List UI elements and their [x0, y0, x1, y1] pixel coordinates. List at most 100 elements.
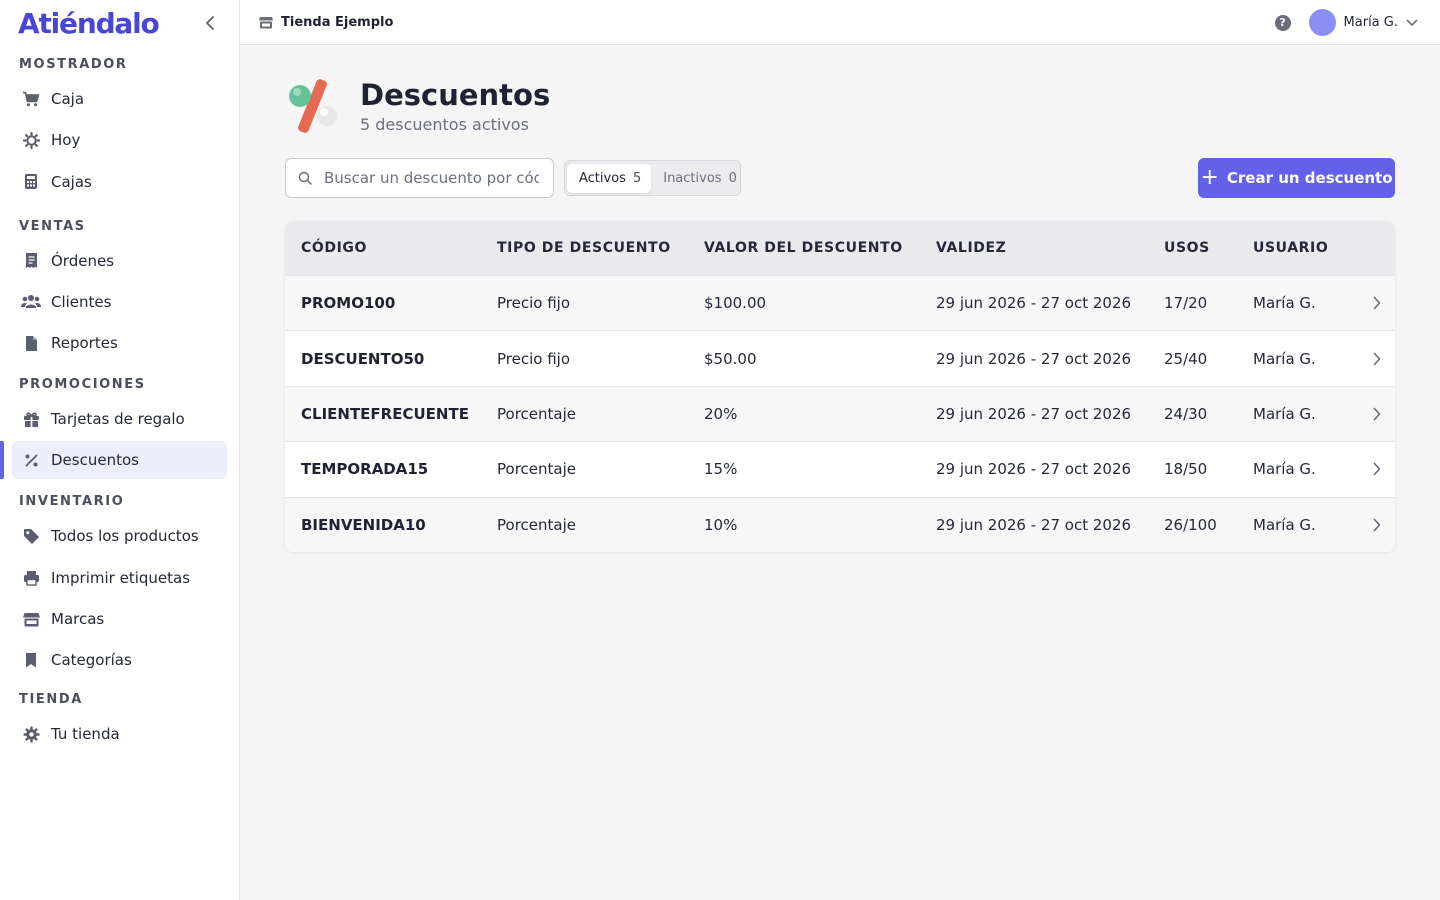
page-header: Descuentos 5 descuentos activos — [285, 76, 550, 136]
top-bar: Tienda Ejemplo ? María G. — [240, 0, 1440, 45]
tag-icon — [21, 526, 41, 546]
sidebar-header: Atiéndalo — [0, 0, 239, 46]
table-row[interactable]: DESCUENTO50 Precio fijo $50.00 29 jun 2026 … — [285, 330, 1395, 385]
sidebar-item-marcas[interactable]: Marcas — [12, 600, 227, 638]
cell-value: $50.00 — [704, 349, 757, 368]
create-discount-label: Crear un descuento — [1226, 169, 1393, 187]
calculator-icon — [21, 172, 41, 192]
sidebar-item-tu-tienda[interactable]: Tu tienda — [12, 715, 227, 753]
sidebar-item-hoy[interactable]: Hoy — [12, 121, 227, 159]
cell-validity: 29 jun 2026 - 27 oct 2026 — [936, 294, 1132, 313]
collapse-sidebar-button[interactable] — [199, 12, 221, 34]
sidebar-item-label: Hoy — [51, 131, 81, 150]
sidebar-section-title: INVENTARIO — [19, 494, 125, 510]
percent-icon — [21, 450, 41, 470]
column-header-code[interactable]: CÓDIGO — [285, 240, 497, 256]
cell-value: $100.00 — [704, 294, 767, 313]
sidebar-item-tarjetas-de-regalo[interactable]: Tarjetas de regalo — [12, 400, 227, 438]
sidebar-item-reportes[interactable]: Reportes — [12, 324, 227, 362]
discount-illustration-icon — [289, 79, 337, 133]
sidebar-item-label: Imprimir etiquetas — [51, 568, 191, 587]
page-title: Descuentos — [360, 77, 551, 112]
column-header-type[interactable]: TIPO DE DESCUENTO — [497, 240, 704, 256]
chevron-down-icon[interactable] — [1406, 19, 1418, 27]
column-header-user[interactable]: USUARIO — [1253, 240, 1358, 256]
filter-label: Inactivos — [663, 170, 722, 186]
toolbar: Activos 5 Inactivos 0 + Crear un descuen… — [285, 158, 1395, 198]
table-row[interactable]: TEMPORADA15 Porcentaje 15% 29 jun 2026 - 27… — [285, 441, 1395, 496]
sidebar-item-label: Tarjetas de regalo — [51, 410, 185, 429]
sidebar-section-title: PROMOCIONES — [19, 377, 146, 393]
sidebar-item-todos-los-productos[interactable]: Todos los productos — [12, 517, 227, 555]
sidebar-item-label: Cajas — [51, 172, 92, 191]
column-header-validity[interactable]: VALIDEZ — [936, 240, 1164, 256]
table-header: CÓDIGO TIPO DE DESCUENTO VALOR DEL DESCU… — [285, 221, 1395, 275]
row-open-button[interactable] — [1358, 352, 1395, 366]
row-open-button[interactable] — [1358, 296, 1395, 310]
sidebar-item-caja[interactable]: Caja — [12, 80, 227, 118]
sidebar-item-label: Órdenes — [51, 251, 115, 270]
status-filter: Activos 5 Inactivos 0 — [564, 160, 741, 196]
row-open-button[interactable] — [1358, 462, 1395, 476]
filter-label: Activos — [579, 170, 626, 186]
table-row[interactable]: PROMO100 Precio fijo $100.00 29 jun 2026 - … — [285, 275, 1395, 331]
sidebar-item-label: Caja — [51, 90, 85, 108]
sidebar: Atiéndalo MOSTRADOR Caja Hoy Cajas VENTAS Órd… — [0, 0, 240, 900]
store-icon — [21, 609, 41, 629]
help-icon[interactable]: ? — [1274, 14, 1291, 31]
sidebar-item-label: Reportes — [51, 334, 118, 353]
cell-type: Porcentaje — [497, 404, 576, 423]
bookmark-icon — [21, 650, 41, 670]
row-open-button[interactable] — [1358, 407, 1395, 421]
cell-type: Precio fijo — [497, 294, 571, 313]
sidebar-item-imprimir-etiquetas[interactable]: Imprimir etiquetas — [12, 559, 227, 597]
sidebar-nav: MOSTRADOR Caja Hoy Cajas VENTAS Órdenes Client… — [0, 55, 239, 753]
cell-user: María G. — [1253, 294, 1316, 313]
sidebar-section-title: MOSTRADOR — [19, 57, 128, 72]
cell-value: 10% — [704, 515, 738, 534]
cell-type: Porcentaje — [497, 460, 576, 479]
sidebar-item-clientes[interactable]: Clientes — [12, 283, 227, 321]
sidebar-item-label: Clientes — [51, 292, 112, 311]
filter-inactive-tab[interactable]: Inactivos 0 — [651, 164, 747, 193]
cell-uses: 17/20 — [1164, 294, 1208, 313]
cell-user: María G. — [1253, 460, 1316, 479]
store-icon — [259, 16, 273, 29]
chevron-right-icon — [1373, 296, 1380, 310]
sun-icon — [21, 130, 41, 150]
sidebar-item-descuentos[interactable]: Descuentos — [0, 441, 227, 480]
cell-code: BIENVENIDA10 — [301, 515, 426, 534]
printer-icon — [21, 568, 41, 588]
store-selector[interactable]: Tienda Ejemplo — [259, 15, 393, 30]
cell-validity: 29 jun 2026 - 27 oct 2026 — [936, 515, 1132, 534]
sidebar-item-label: Categorías — [51, 651, 132, 670]
sidebar-section-title: VENTAS — [19, 218, 86, 234]
sidebar-item-ordenes[interactable]: Órdenes — [12, 242, 227, 280]
app-logo[interactable]: Atiéndalo — [18, 7, 160, 40]
column-header-uses[interactable]: USOS — [1164, 240, 1253, 256]
cell-uses: 18/50 — [1164, 460, 1208, 479]
cell-value: 15% — [704, 460, 738, 479]
sidebar-item-categorias[interactable]: Categorías — [12, 641, 227, 679]
cell-value: 20% — [704, 404, 738, 423]
cell-code: CLIENTEFRECUENTE — [301, 404, 469, 423]
sidebar-item-label: Descuentos — [51, 451, 139, 470]
column-header-value[interactable]: VALOR DEL DESCUENTO — [704, 240, 936, 256]
search-icon — [298, 171, 312, 185]
row-open-button[interactable] — [1358, 518, 1395, 532]
filter-active-tab[interactable]: Activos 5 — [567, 163, 652, 193]
create-discount-button[interactable]: + Crear un descuento — [1198, 158, 1395, 198]
chevron-right-icon — [1373, 407, 1380, 421]
cell-user: María G. — [1253, 515, 1316, 534]
sidebar-item-cajas[interactable]: Cajas — [12, 163, 227, 201]
table-row[interactable]: CLIENTEFRECUENTE Porcentaje 20% 29 jun 2026… — [285, 385, 1395, 442]
search-box[interactable] — [285, 158, 554, 198]
table-row[interactable]: BIENVENIDA10 Porcentaje 10% 29 jun 2026 - 2… — [285, 496, 1395, 552]
avatar[interactable] — [1308, 9, 1336, 36]
cell-code: PROMO100 — [301, 294, 396, 313]
cell-type: Porcentaje — [497, 515, 576, 534]
search-input[interactable] — [324, 169, 539, 187]
users-icon — [21, 292, 41, 312]
user-name[interactable]: María G. — [1344, 15, 1398, 30]
cell-validity: 29 jun 2026 - 27 oct 2026 — [936, 460, 1132, 479]
